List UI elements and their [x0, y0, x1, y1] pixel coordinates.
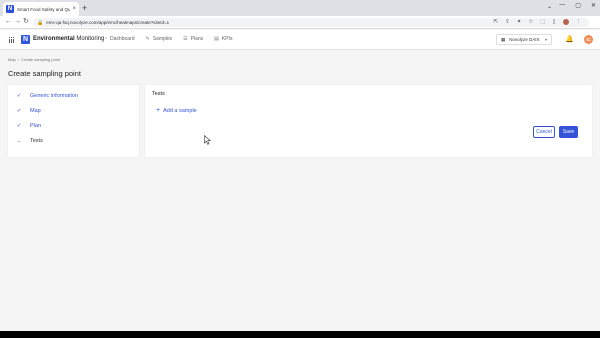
chevron-down-icon: ▾	[544, 37, 547, 42]
breadcrumb-current: Create sampling point	[21, 57, 61, 62]
nav-plans-label: Plans	[190, 36, 204, 42]
tests-title: Tests	[152, 91, 165, 97]
dashboard-icon: ◔	[104, 36, 108, 42]
step-label: Map	[30, 108, 41, 114]
puzzle-icon[interactable]: ⬚	[540, 19, 545, 25]
browser-profile-avatar[interactable]	[562, 19, 569, 25]
omnibox-actions: ⇱ ⇪ ✦ ☆ ⬚ ▯ ⋮	[494, 19, 582, 25]
kpis-icon: ▤	[214, 36, 219, 42]
notifications-bell-icon[interactable]: 🔔	[565, 35, 574, 43]
browser-tabstrip: N Smart Food Safety and Quality | ... × …	[0, 0, 600, 16]
add-sample-button[interactable]: + Add a sample	[156, 107, 197, 114]
apps-grid-icon[interactable]	[9, 37, 15, 43]
plans-icon: ☰	[183, 36, 188, 42]
install-app-icon[interactable]: ⇱	[494, 19, 499, 25]
forward-icon[interactable]: →	[14, 18, 21, 26]
mouse-cursor-icon	[204, 135, 212, 145]
browser-tab-title: Smart Food Safety and Quality | ...	[17, 6, 71, 12]
check-icon: ✓	[16, 93, 22, 99]
site-icon: ▦	[501, 36, 506, 42]
window-controls: — ▢ ✕	[559, 2, 596, 9]
site-selector-label: Novolyze DAIX	[509, 37, 540, 42]
share-icon[interactable]: ⇪	[505, 19, 510, 25]
breadcrumb-separator: ›	[17, 57, 20, 62]
app-name: Environmental Monitoring	[33, 36, 104, 42]
close-window-icon[interactable]: ✕	[591, 2, 596, 9]
step-label: Generic information	[30, 93, 78, 99]
check-icon: ✓	[16, 108, 22, 114]
browser-tab[interactable]: N Smart Food Safety and Quality | ... ×	[3, 2, 79, 16]
app-header: N Environmental Monitoring ◔ Dashboard ✎…	[0, 30, 600, 50]
add-sample-label: Add a sample	[163, 108, 197, 114]
nav-samples[interactable]: ✎ Samples	[146, 36, 173, 42]
step-generic-information[interactable]: ✓ Generic information	[16, 93, 78, 99]
step-plan[interactable]: ✓ Plan	[16, 123, 41, 129]
plus-icon: +	[156, 107, 161, 114]
new-tab-icon[interactable]: +	[82, 3, 87, 13]
address-bar[interactable]: 🔒 emc-qa-fsq.novolyze.com/app/emc/heatma…	[33, 18, 589, 27]
cancel-button[interactable]: Cancel	[533, 126, 555, 138]
user-avatar[interactable]: IC	[584, 35, 593, 44]
tests-card: Tests + Add a sample Cancel Save	[145, 85, 592, 157]
breadcrumb-map[interactable]: Map	[8, 57, 16, 62]
sidebar-icon[interactable]: ▯	[552, 19, 555, 25]
tab-close-icon[interactable]: ×	[72, 6, 76, 12]
bookmark-star-icon[interactable]: ☆	[528, 19, 533, 25]
save-button[interactable]: Save	[559, 126, 578, 138]
step-label: Plan	[30, 123, 42, 129]
nav-dashboard-label: Dashboard	[110, 36, 135, 42]
nav-plans[interactable]: ☰ Plans	[183, 36, 203, 42]
tab-list-icon[interactable]: ⌄	[547, 3, 552, 10]
arrow-right-icon: →	[16, 138, 22, 144]
app-logo[interactable]: N	[21, 35, 30, 44]
nav-dashboard[interactable]: ◔ Dashboard	[104, 36, 135, 42]
browser-toolbar: ← → ↻ 🔒 emc-qa-fsq.novolyze.com/app/emc/…	[0, 16, 600, 29]
screen: N Smart Food Safety and Quality | ... × …	[0, 0, 600, 331]
reload-icon[interactable]: ↻	[23, 18, 29, 26]
step-tests[interactable]: → Tests	[16, 138, 43, 144]
novolyze-favicon-icon: N	[6, 5, 14, 13]
step-label: Tests	[30, 138, 43, 144]
breadcrumb: Map › Create sampling point	[8, 57, 60, 62]
minimize-icon[interactable]: —	[559, 2, 565, 9]
stepper-card: ✓ Generic information ✓ Map ✓ Plan → Tes…	[8, 85, 139, 157]
browser-menu-icon[interactable]: ⋮	[576, 19, 582, 25]
app-name-bold: Environmental	[33, 36, 75, 42]
maximize-icon[interactable]: ▢	[575, 2, 581, 9]
address-url[interactable]: emc-qa-fsq.novolyze.com/app/emc/heatmaps…	[46, 20, 169, 25]
nav-kpis[interactable]: ▤ KPIs	[214, 36, 232, 42]
step-map[interactable]: ✓ Map	[16, 108, 41, 114]
back-icon[interactable]: ←	[5, 18, 12, 26]
nav-kpis-label: KPIs	[221, 36, 233, 42]
samples-icon: ✎	[145, 36, 150, 42]
page-title: Create sampling point	[8, 69, 81, 78]
app-name-rest: Monitoring	[74, 36, 105, 42]
lock-icon: 🔒	[37, 19, 44, 26]
check-icon: ✓	[16, 123, 22, 129]
site-selector[interactable]: ▦ Novolyze DAIX ▾	[496, 34, 552, 45]
nav-samples-label: Samples	[152, 36, 173, 42]
extensions-icon[interactable]: ✦	[517, 19, 522, 25]
main-nav: ◔ Dashboard ✎ Samples ☰ Plans ▤ KPIs	[104, 36, 232, 42]
